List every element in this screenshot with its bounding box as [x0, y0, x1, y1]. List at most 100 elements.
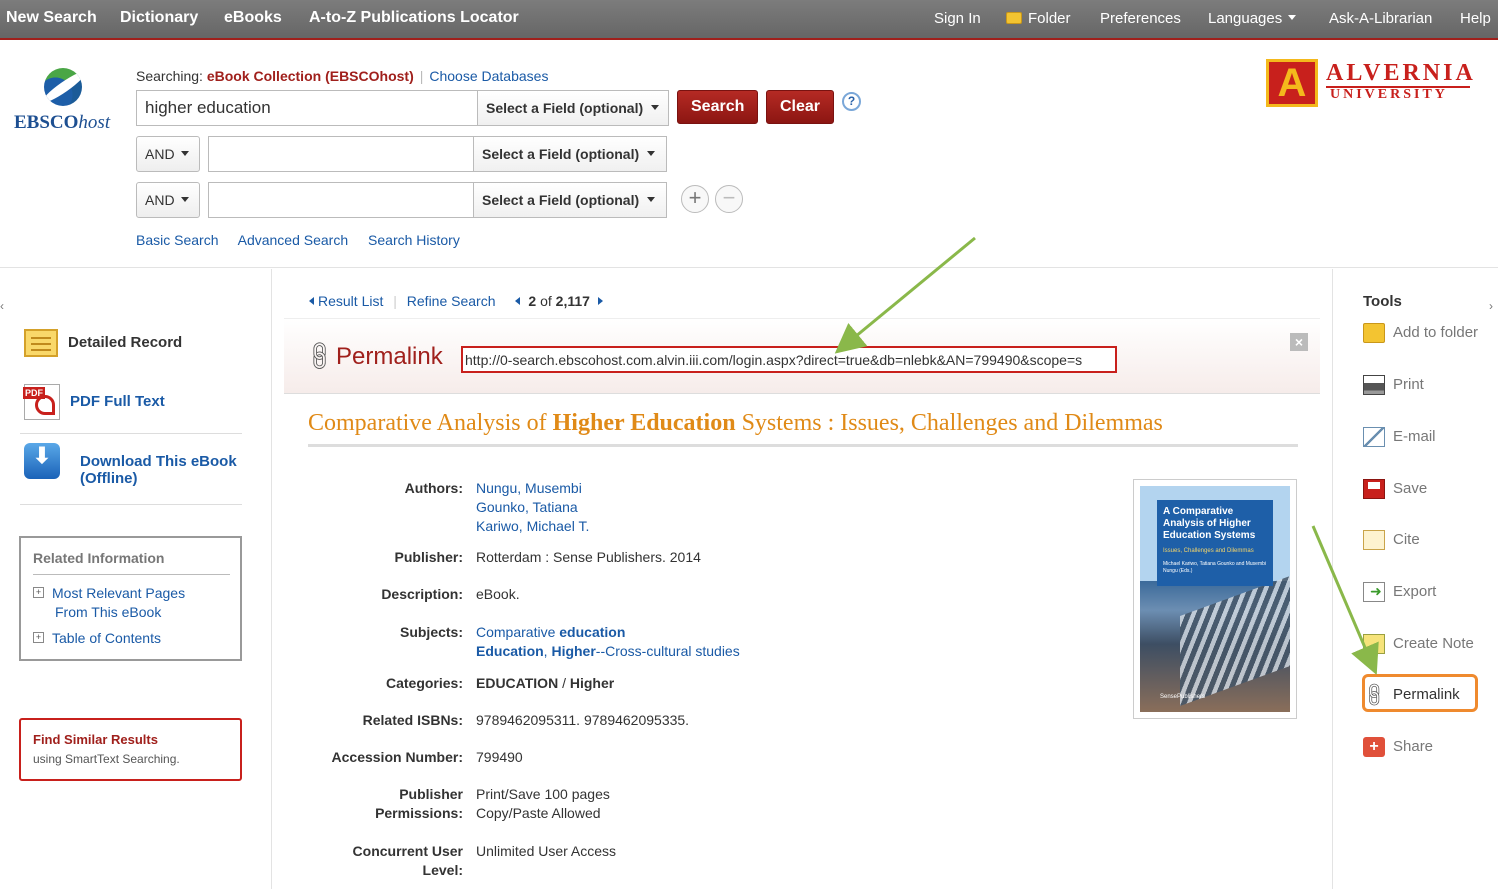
ebooks-link[interactable]: eBooks — [224, 9, 282, 27]
detailed-record-icon — [24, 329, 58, 357]
tool-label: Print — [1393, 375, 1424, 393]
tool-label: Create Note — [1393, 634, 1474, 652]
print-icon — [1363, 375, 1385, 395]
add-row-icon[interactable]: + — [681, 185, 709, 213]
description-value: eBook. — [476, 586, 520, 602]
cover-authors: Michael Kariwo, Tatiana Gounko and Musem… — [1163, 561, 1267, 574]
most-relevant-pages-link-2[interactable]: From This eBook — [55, 604, 161, 620]
search-history-link[interactable]: Search History — [368, 232, 460, 248]
detailed-record-link[interactable]: Detailed Record — [24, 329, 182, 357]
boolean-select-2[interactable]: AND — [136, 136, 200, 172]
field-select-1[interactable]: Select a Field (optional) — [477, 90, 669, 126]
collapse-left-icon[interactable]: ‹ — [0, 299, 10, 327]
languages-menu[interactable]: Languages — [1208, 10, 1297, 27]
result-list-link[interactable]: Result List — [309, 293, 383, 309]
help-icon[interactable]: ? — [842, 92, 861, 111]
permalink-title: Permalink — [336, 343, 443, 370]
subject-link[interactable]: Education, Higher--Cross-cultural studie… — [476, 642, 740, 661]
searching-label: Searching: — [136, 68, 203, 84]
search-input-2[interactable] — [208, 136, 474, 172]
folder-link[interactable]: Folder — [1006, 10, 1071, 27]
most-relevant-pages-label-2: From This eBook — [55, 604, 162, 620]
folder-icon — [1006, 12, 1022, 24]
email-tool[interactable]: E-mail — [1363, 427, 1436, 451]
print-tool[interactable]: Print — [1363, 375, 1424, 399]
ask-a-librarian-link[interactable]: Ask-A-Librarian — [1329, 10, 1432, 27]
download-ebook-link[interactable]: Download This eBook (Offline) — [24, 443, 237, 487]
close-icon[interactable]: × — [1290, 333, 1308, 351]
preferences-link[interactable]: Preferences — [1100, 10, 1181, 27]
export-tool[interactable]: Export — [1363, 582, 1436, 606]
save-icon — [1363, 479, 1385, 499]
result-list-label: Result List — [318, 293, 384, 309]
tools-sidebar: › Tools Add to folder Print E-mail Save … — [1332, 269, 1498, 889]
previous-result-icon[interactable] — [515, 297, 521, 305]
search-header: EBSCOhost Searching: eBook Collection (E… — [0, 42, 1498, 268]
help-link[interactable]: Help — [1460, 10, 1491, 27]
author-link[interactable]: Nungu, Musembi — [476, 479, 589, 498]
subject-link[interactable]: Comparative education — [476, 623, 740, 642]
export-icon — [1363, 582, 1385, 602]
institution-logo: A ALVERNIA UNIVERSITY — [1266, 59, 1486, 109]
expand-icon: + — [33, 587, 44, 598]
sign-in-link[interactable]: Sign In — [934, 10, 981, 27]
new-search-link[interactable]: New Search — [6, 9, 97, 27]
languages-label: Languages — [1208, 10, 1283, 27]
link-icon: 🔗︎ — [300, 336, 339, 375]
ebsco-globe-icon — [44, 68, 82, 106]
find-similar-results-box[interactable]: Find Similar Results using SmartText Sea… — [19, 718, 242, 781]
share-tool[interactable]: + Share — [1363, 737, 1433, 761]
create-note-icon — [1363, 634, 1385, 654]
subjects-label: Subjects: — [399, 624, 463, 640]
institution-mark: A — [1266, 59, 1318, 107]
categories-label: Categories: — [385, 675, 463, 691]
permalink-panel: 🔗︎ Permalink http://0-search.ebscohost.c… — [284, 318, 1320, 394]
basic-search-link[interactable]: Basic Search — [136, 232, 218, 248]
permissions-value-1: Print/Save 100 pages — [476, 786, 610, 802]
download-ebook-offline: (Offline) — [80, 470, 138, 487]
dictionary-link[interactable]: Dictionary — [120, 9, 198, 27]
publications-locator-link[interactable]: A-to-Z Publications Locator — [309, 9, 519, 27]
most-relevant-pages-link[interactable]: + Most Relevant Pages — [33, 585, 185, 601]
permalink-tool[interactable]: 🔗︎ Permalink — [1359, 680, 1460, 710]
permissions-label-1: Publisher — [399, 786, 463, 802]
next-result-icon[interactable] — [597, 297, 603, 305]
ebscohost-logo[interactable]: EBSCOhost — [14, 68, 114, 138]
add-to-folder-icon — [1363, 323, 1385, 343]
permalink-url-field[interactable]: http://0-search.ebscohost.com.alvin.iii.… — [461, 346, 1117, 373]
tool-label: E-mail — [1393, 427, 1436, 445]
book-cover-image[interactable]: A Comparative Analysis of Higher Educati… — [1133, 479, 1297, 719]
pdf-full-text-link[interactable]: PDF Full Text — [23, 384, 165, 420]
choose-databases-link[interactable]: Choose Databases — [429, 68, 548, 84]
folder-label: Folder — [1028, 10, 1071, 27]
boolean-select-3[interactable]: AND — [136, 182, 200, 218]
author-link[interactable]: Gounko, Tatiana — [476, 498, 589, 517]
clear-button[interactable]: Clear — [766, 90, 835, 124]
table-of-contents-link[interactable]: + Table of Contents — [33, 630, 161, 646]
expand-icon: + — [33, 632, 44, 643]
collapse-right-icon[interactable]: › — [1489, 299, 1498, 327]
cover-subtitle: Issues, Challenges and Dilemmas — [1163, 548, 1254, 554]
search-input[interactable]: higher education — [136, 90, 478, 126]
pdf-icon — [23, 384, 60, 420]
refine-search-link[interactable]: Refine Search — [407, 293, 496, 309]
save-tool[interactable]: Save — [1363, 479, 1427, 503]
search-row-3: AND Select a Field (optional) + − — [136, 182, 756, 218]
cite-icon — [1363, 530, 1385, 550]
category-link[interactable]: EDUCATION / Higher — [476, 674, 614, 693]
field-select-3[interactable]: Select a Field (optional) — [473, 182, 667, 218]
remove-row-icon[interactable]: − — [715, 185, 743, 213]
advanced-search-link[interactable]: Advanced Search — [238, 232, 349, 248]
publisher-label: Publisher: — [394, 549, 463, 565]
search-input-3[interactable] — [208, 182, 474, 218]
accession-value: 799490 — [476, 749, 523, 765]
cite-tool[interactable]: Cite — [1363, 530, 1420, 554]
main-content: Result List | Refine Search 2 of 2,117 🔗… — [273, 269, 1331, 889]
create-note-tool[interactable]: Create Note — [1363, 634, 1474, 658]
search-button[interactable]: Search — [677, 90, 759, 124]
author-link[interactable]: Kariwo, Michael T. — [476, 517, 589, 536]
institution-name: ALVERNIA — [1326, 60, 1476, 86]
add-to-folder-tool[interactable]: Add to folder — [1363, 323, 1478, 347]
field-select-2[interactable]: Select a Field (optional) — [473, 136, 667, 172]
tool-label: Share — [1393, 737, 1434, 755]
